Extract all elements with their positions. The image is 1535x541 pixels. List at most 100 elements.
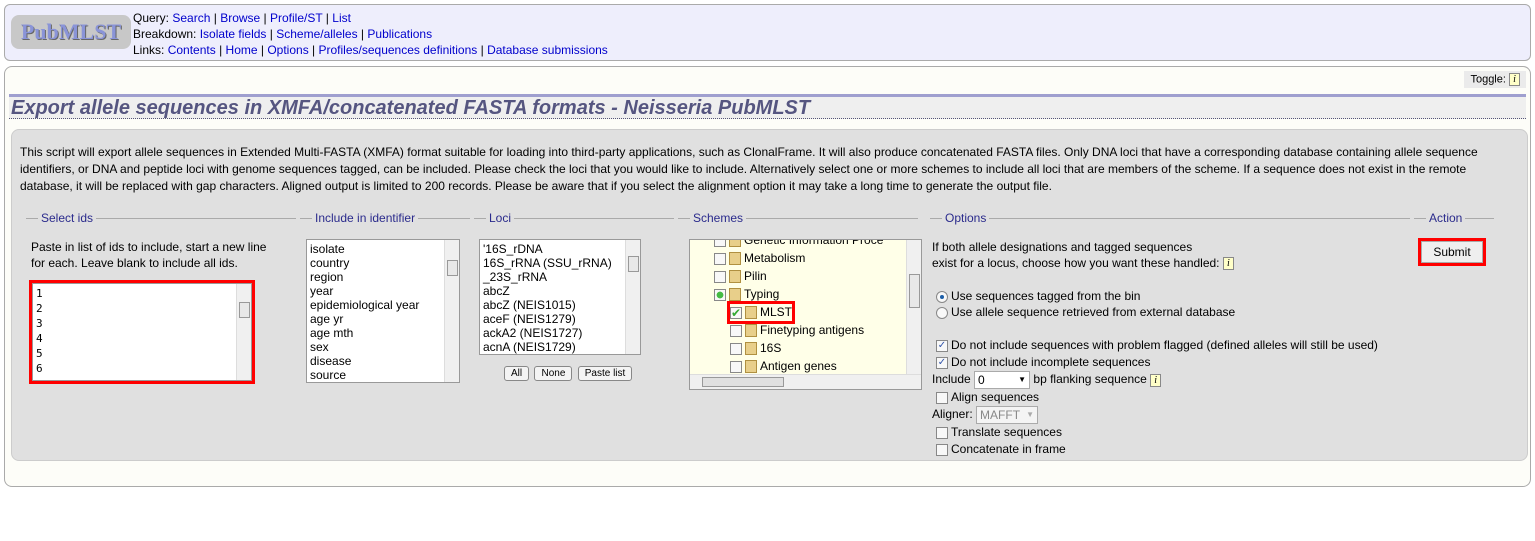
folder-icon <box>729 270 741 284</box>
loci-paste-list-button[interactable]: Paste list <box>577 366 633 381</box>
identifier-scrollbar[interactable] <box>444 240 459 382</box>
identifier-option[interactable]: age yr <box>310 312 456 326</box>
scheme-checkbox[interactable] <box>730 360 742 373</box>
submit-button[interactable]: Submit <box>1418 238 1486 266</box>
radio-tagged-bin[interactable]: Use sequences tagged from the bin <box>936 289 1140 303</box>
scheme-node[interactable]: Metabolism <box>714 250 805 267</box>
scheme-checkbox[interactable] <box>714 240 726 247</box>
identifier-option[interactable]: region <box>310 270 456 284</box>
dropdown-arrow-icon: ▼ <box>1026 410 1035 419</box>
scheme-checkbox[interactable] <box>714 270 726 283</box>
locus-option[interactable]: ackA2 (NEIS1727) <box>483 326 637 340</box>
schemes-hscrollbar[interactable] <box>690 374 921 389</box>
loci-listbox[interactable]: '16S_rDNA 16S_rRNA (SSU_rRNA) _23S_rRNA abc… <box>479 239 641 355</box>
breakdown-links: Breakdown: Isolate fields | Scheme/allel… <box>133 27 433 41</box>
identifier-option[interactable]: sex <box>310 340 456 354</box>
id-line[interactable]: 3 <box>36 316 248 331</box>
info-toggle-icon[interactable]: i <box>1509 73 1520 86</box>
schemes-legend: Schemes <box>693 211 744 225</box>
link-isolate-fields[interactable]: Isolate fields <box>200 27 267 41</box>
schemes-tree[interactable]: Genetic Information Proce Metabolism Pilin… <box>689 239 922 390</box>
checkbox-incomplete[interactable]: ✓ Do not include incomplete sequences <box>936 355 1150 369</box>
identifier-option[interactable]: country <box>310 256 456 270</box>
checkbox-concatenate[interactable]: Concatenate in frame <box>936 442 1066 456</box>
locus-option[interactable]: _23S_rRNA <box>483 270 637 284</box>
locus-option[interactable]: acnA (NEIS1729) <box>483 340 637 354</box>
link-options[interactable]: Options <box>267 43 308 57</box>
identifier-option[interactable]: isolate <box>310 242 456 256</box>
nav-links: Links: Contents | Home | Options | Profi… <box>133 43 608 57</box>
locus-option[interactable]: aceF (NEIS1279) <box>483 312 637 326</box>
checkbox[interactable]: ✓ <box>936 339 948 352</box>
dropdown-arrow-icon: ▼ <box>1018 375 1027 384</box>
identifier-legend: Include in identifier <box>315 211 416 225</box>
link-browse[interactable]: Browse <box>220 11 260 25</box>
checkbox-translate[interactable]: Translate sequences <box>936 425 1062 439</box>
scheme-node[interactable]: 16S <box>730 340 781 357</box>
info-icon[interactable]: i <box>1222 257 1234 271</box>
toggle-help: Toggle: i <box>1464 71 1526 88</box>
schemes-fieldset: Schemes Genetic Information Proce Metabol… <box>678 211 922 390</box>
identifier-listbox[interactable]: isolate country region year epidemiological … <box>306 239 460 383</box>
link-list[interactable]: List <box>332 11 351 25</box>
link-database-submissions[interactable]: Database submissions <box>487 43 608 57</box>
id-line[interactable]: 5 <box>36 346 248 361</box>
link-search[interactable]: Search <box>172 11 210 25</box>
id-line[interactable]: 1 <box>36 286 248 301</box>
checkbox[interactable] <box>936 426 948 439</box>
scheme-node[interactable]: Genetic Information Proce <box>714 240 883 249</box>
identifier-option[interactable]: age mth <box>310 326 456 340</box>
checkbox[interactable] <box>936 391 948 404</box>
pubmlst-logo[interactable]: PubMLST <box>11 15 131 49</box>
loci-legend: Loci <box>489 211 512 225</box>
info-icon[interactable]: i <box>1150 373 1162 387</box>
scheme-checkbox[interactable] <box>714 288 726 301</box>
link-contents[interactable]: Contents <box>168 43 216 57</box>
options-legend: Options <box>945 211 987 225</box>
locus-option[interactable]: abcZ <box>483 284 637 298</box>
scheme-checkbox[interactable] <box>730 342 742 355</box>
identifier-option[interactable]: source <box>310 368 456 382</box>
page-title: Export allele sequences in XMFA/concaten… <box>9 94 1526 119</box>
scheme-checkbox[interactable] <box>714 252 726 265</box>
schemes-vscrollbar[interactable] <box>906 240 921 374</box>
scheme-node[interactable]: Antigen genes <box>730 358 837 374</box>
scheme-checkbox[interactable]: ✔ <box>730 306 742 319</box>
link-profile-st[interactable]: Profile/ST <box>270 11 322 25</box>
ids-textarea[interactable]: 123456 <box>29 280 255 384</box>
id-line[interactable]: 4 <box>36 331 248 346</box>
locus-option[interactable]: abcZ (NEIS1015) <box>483 298 637 312</box>
scheme-node[interactable]: Typing <box>714 286 779 303</box>
checkbox-problem-flagged[interactable]: ✓ Do not include sequences with problem f… <box>936 338 1378 352</box>
checkbox-align[interactable]: Align sequences <box>936 390 1039 404</box>
locus-option[interactable]: 16S_rRNA (SSU_rRNA) <box>483 256 637 270</box>
checkbox[interactable] <box>936 443 948 456</box>
id-line[interactable]: 2 <box>36 301 248 316</box>
identifier-option[interactable]: disease <box>310 354 456 368</box>
link-profiles-definitions[interactable]: Profiles/sequences definitions <box>319 43 478 57</box>
options-fieldset: Options If both allele designations and … <box>930 211 1410 456</box>
scheme-node[interactable]: Pilin <box>714 268 767 285</box>
checkbox[interactable]: ✓ <box>936 356 948 369</box>
identifier-option[interactable]: year <box>310 284 456 298</box>
loci-all-button[interactable]: All <box>504 366 530 381</box>
folder-icon <box>745 324 757 338</box>
loci-scrollbar[interactable] <box>625 240 640 354</box>
radio-button[interactable] <box>936 306 948 319</box>
radio-button[interactable] <box>936 290 948 303</box>
link-home[interactable]: Home <box>226 43 258 57</box>
scheme-checkbox[interactable] <box>730 324 742 337</box>
link-scheme-alleles[interactable]: Scheme/alleles <box>276 27 357 41</box>
aligner-select[interactable]: MAFFT ▼ <box>976 406 1039 424</box>
radio-external-db[interactable]: Use allele sequence retrieved from exter… <box>936 305 1235 319</box>
description: This script will export allele sequences… <box>20 145 1478 193</box>
loci-none-button[interactable]: None <box>534 366 573 381</box>
id-line[interactable]: 6 <box>36 361 248 376</box>
link-publications[interactable]: Publications <box>367 27 432 41</box>
scheme-node[interactable]: ✔ MLST <box>726 301 796 324</box>
ids-scrollbar[interactable] <box>236 284 251 380</box>
scheme-node[interactable]: Finetyping antigens <box>730 322 864 339</box>
identifier-option[interactable]: epidemiological year <box>310 298 456 312</box>
flanking-select[interactable]: 0 ▼ <box>974 371 1031 389</box>
locus-option[interactable]: '16S_rDNA <box>483 242 637 256</box>
